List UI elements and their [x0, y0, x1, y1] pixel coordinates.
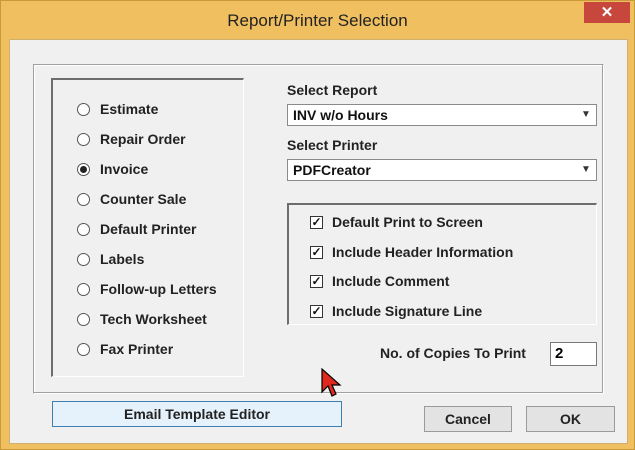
radio-button[interactable]	[77, 342, 90, 356]
checkbox-checked[interactable]: ✓	[310, 245, 323, 259]
close-icon: ✕	[600, 4, 614, 21]
checkbox-include-signature-line[interactable]: ✓ Include Signature Line	[310, 301, 482, 321]
radio-label: Counter Sale	[100, 191, 187, 207]
radio-repair-order[interactable]: Repair Order	[77, 129, 186, 149]
cancel-button[interactable]: Cancel	[424, 406, 512, 432]
dialog-window: Report/Printer Selection ✕ Estimate Repa…	[0, 0, 635, 450]
radio-button-selected[interactable]	[77, 162, 90, 176]
select-printer-value: PDFCreator	[293, 162, 371, 178]
radio-button[interactable]	[77, 252, 90, 266]
radio-tech-worksheet[interactable]: Tech Worksheet	[77, 309, 207, 329]
title-bar[interactable]: Report/Printer Selection ✕	[1, 1, 634, 39]
checkbox-label: Include Header Information	[332, 244, 514, 260]
radio-button[interactable]	[77, 192, 90, 206]
radio-labels[interactable]: Labels	[77, 249, 144, 269]
checkbox-checked[interactable]: ✓	[310, 274, 323, 288]
chevron-down-icon[interactable]: ▼	[580, 105, 592, 125]
select-report-label: Select Report	[287, 82, 378, 98]
radio-label: Default Printer	[100, 221, 197, 237]
radio-label: Tech Worksheet	[100, 311, 207, 327]
ok-button[interactable]: OK	[526, 406, 615, 432]
copies-label: No. of Copies To Print	[380, 345, 526, 361]
select-report-value: INV w/o Hours	[293, 107, 388, 123]
print-options-panel: ✓ Default Print to Screen ✓ Include Head…	[287, 203, 597, 325]
radio-default-printer[interactable]: Default Printer	[77, 219, 196, 239]
mouse-pointer-icon	[321, 368, 342, 397]
copies-input[interactable]: 2	[550, 342, 597, 366]
email-template-editor-button[interactable]: Email Template Editor	[52, 401, 342, 427]
radio-button[interactable]	[77, 222, 90, 236]
checkbox-checked[interactable]: ✓	[310, 304, 323, 318]
radio-label: Labels	[100, 251, 145, 267]
radio-label: Follow-up Letters	[100, 281, 217, 297]
radio-counter-sale[interactable]: Counter Sale	[77, 189, 186, 209]
checkbox-include-comment[interactable]: ✓ Include Comment	[310, 271, 449, 291]
radio-follow-up-letters[interactable]: Follow-up Letters	[77, 279, 217, 299]
chevron-down-icon[interactable]: ▼	[580, 160, 592, 180]
checkbox-label: Include Comment	[332, 273, 450, 289]
select-report-dropdown[interactable]: INV w/o Hours ▼	[287, 104, 597, 126]
radio-button[interactable]	[77, 282, 90, 296]
radio-button[interactable]	[77, 102, 90, 116]
checkbox-label: Default Print to Screen	[332, 214, 483, 230]
close-button[interactable]: ✕	[584, 2, 630, 23]
select-printer-dropdown[interactable]: PDFCreator ▼	[287, 159, 597, 181]
radio-label: Fax Printer	[100, 341, 174, 357]
radio-button[interactable]	[77, 312, 90, 326]
checkbox-include-header-information[interactable]: ✓ Include Header Information	[310, 242, 513, 262]
window-title: Report/Printer Selection	[227, 11, 408, 30]
radio-label: Repair Order	[100, 131, 186, 147]
checkbox-checked[interactable]: ✓	[310, 215, 323, 229]
radio-button[interactable]	[77, 132, 90, 146]
report-type-panel: Estimate Repair Order Invoice Counter Sa…	[51, 78, 244, 377]
radio-fax-printer[interactable]: Fax Printer	[77, 339, 173, 359]
checkbox-label: Include Signature Line	[332, 303, 483, 319]
select-printer-label: Select Printer	[287, 137, 378, 153]
radio-label: Estimate	[100, 101, 159, 117]
dialog-body: Estimate Repair Order Invoice Counter Sa…	[9, 39, 628, 444]
radio-label: Invoice	[100, 161, 149, 177]
radio-invoice[interactable]: Invoice	[77, 159, 148, 179]
checkbox-default-print-to-screen[interactable]: ✓ Default Print to Screen	[310, 212, 483, 232]
radio-estimate[interactable]: Estimate	[77, 99, 158, 119]
